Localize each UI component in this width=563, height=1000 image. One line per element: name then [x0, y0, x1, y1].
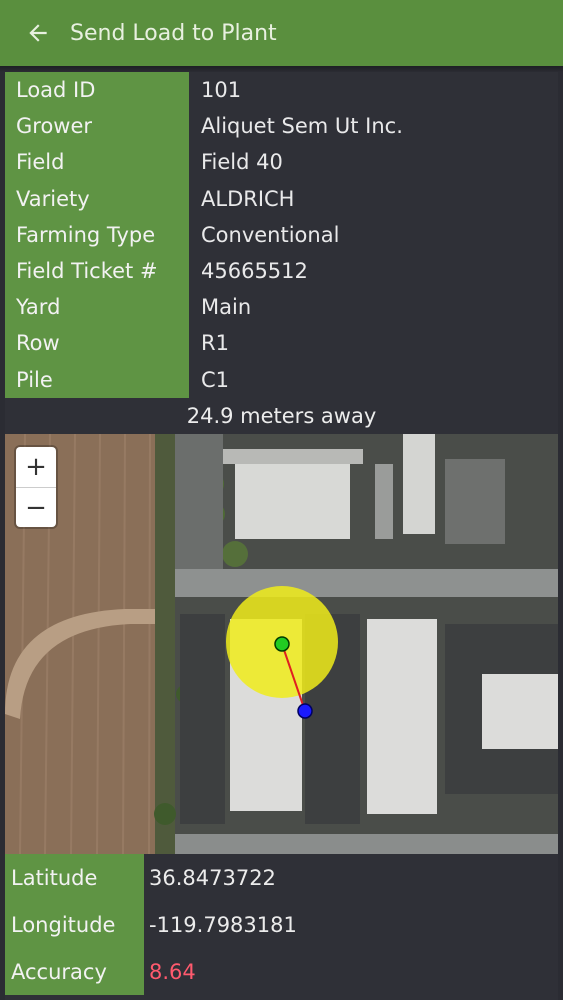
detail-value: ALDRICH — [201, 186, 295, 211]
satellite-map[interactable]: + − — [5, 434, 558, 854]
distance-text: 24.9 meters away — [186, 404, 377, 428]
map-imagery — [5, 434, 558, 854]
detail-label: Load ID — [5, 72, 189, 109]
accuracy-value: 8.64 — [149, 959, 196, 984]
accuracy-label: Accuracy — [5, 948, 144, 995]
detail-value: 101 — [201, 78, 242, 103]
detail-row-row: Row R1 — [5, 325, 558, 362]
load-details-table: Load ID 101 Grower Aliquet Sem Ut Inc. Fie… — [5, 72, 558, 398]
back-button[interactable] — [14, 5, 62, 61]
latitude-label: Latitude — [5, 854, 144, 901]
detail-label: Farming Type — [5, 216, 189, 253]
detail-value: Conventional — [201, 222, 340, 247]
detail-label: Pile — [5, 361, 189, 398]
detail-label: Field Ticket # — [5, 252, 189, 290]
current-location-pin — [297, 703, 313, 719]
detail-row-field-ticket: Field Ticket # 45665512 — [5, 252, 558, 290]
detail-value: Main — [201, 295, 252, 320]
detail-label: Variety — [5, 180, 189, 217]
detail-value: Aliquet Sem Ut Inc. — [201, 114, 403, 139]
detail-label: Yard — [5, 289, 189, 326]
target-pin — [274, 636, 290, 652]
page-title: Send Load to Plant — [70, 20, 277, 46]
latitude-value: 36.8473722 — [149, 865, 276, 890]
detail-row-field: Field Field 40 — [5, 144, 558, 181]
longitude-row: Longitude -119.7983181 — [5, 901, 558, 948]
longitude-label: Longitude — [5, 901, 144, 948]
detail-row-grower: Grower Aliquet Sem Ut Inc. — [5, 108, 558, 145]
zoom-control: + − — [16, 447, 56, 527]
zoom-out-button[interactable]: − — [16, 487, 56, 527]
latitude-row: Latitude 36.8473722 — [5, 854, 558, 901]
detail-value: 45665512 — [201, 259, 308, 284]
detail-value: C1 — [201, 367, 230, 392]
detail-value: R1 — [201, 331, 229, 356]
detail-label: Field — [5, 144, 189, 181]
detail-label: Row — [5, 325, 189, 362]
detail-row-yard: Yard Main — [5, 289, 558, 326]
app-bar: Send Load to Plant — [0, 0, 563, 66]
detail-row-farming-type: Farming Type Conventional — [5, 216, 558, 253]
detail-row-load-id: Load ID 101 — [5, 72, 558, 109]
location-table: Latitude 36.8473722 Longitude -119.7983181… — [5, 854, 558, 995]
longitude-value: -119.7983181 — [149, 912, 297, 937]
load-card: Load ID 101 Grower Aliquet Sem Ut Inc. Fie… — [5, 72, 558, 1000]
detail-row-pile: Pile C1 — [5, 361, 558, 398]
accuracy-row: Accuracy 8.64 — [5, 948, 558, 995]
detail-label: Grower — [5, 108, 189, 145]
zoom-in-button[interactable]: + — [16, 447, 56, 487]
arrow-left-icon — [29, 24, 47, 42]
detail-value: Field 40 — [201, 150, 283, 175]
detail-row-variety: Variety ALDRICH — [5, 180, 558, 217]
